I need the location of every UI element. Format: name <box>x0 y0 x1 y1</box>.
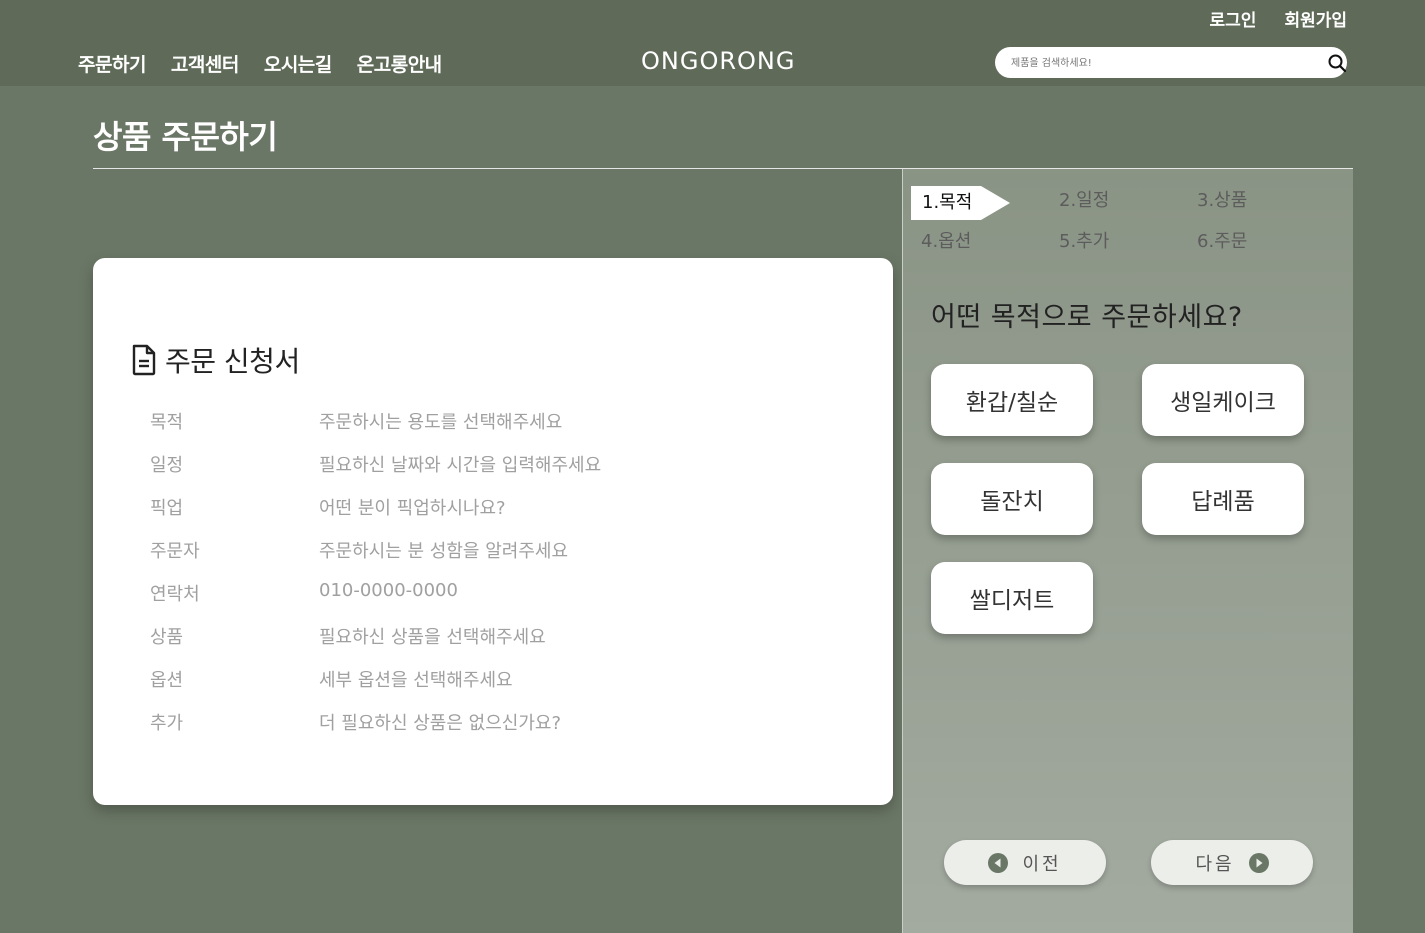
step-purpose[interactable]: 1.목적 <box>911 186 1010 220</box>
step-extra[interactable]: 5.추가 <box>1059 225 1109 259</box>
row-value: 더 필요하신 상품은 없으신가요? <box>319 713 561 734</box>
option-first-birthday-button[interactable]: 돌잔치 <box>931 463 1093 535</box>
nav-item-directions[interactable]: 오시는길 <box>264 50 332 77</box>
step-schedule[interactable]: 2.일정 <box>1059 184 1109 218</box>
search-box <box>995 47 1347 78</box>
main-nav: 주문하기 고객센터 오시는길 온고롱안내 <box>78 50 442 77</box>
step-product[interactable]: 3.상품 <box>1197 184 1247 218</box>
next-label: 다음 <box>1195 853 1235 875</box>
row-value: 주문하시는 용도를 선택해주세요 <box>319 412 563 433</box>
order-form-card: 주문 신청서 목적 주문하시는 용도를 선택해주세요 일정 필요하신 날짜와 시… <box>93 258 893 805</box>
chevron-right-icon <box>1248 852 1269 873</box>
row-label: 추가 <box>150 713 184 734</box>
card-title: 주문 신청서 <box>131 340 300 380</box>
row-value: 010-0000-0000 <box>319 580 458 601</box>
prev-label: 이전 <box>1022 853 1062 875</box>
row-label: 일정 <box>150 455 184 476</box>
search-icon[interactable] <box>1327 53 1347 73</box>
prev-button[interactable]: 이전 <box>944 840 1106 885</box>
logo[interactable]: ONGORONG <box>641 47 795 75</box>
row-label: 연락처 <box>150 584 200 605</box>
option-anniversary-button[interactable]: 환갑/칠순 <box>931 364 1093 436</box>
row-value: 세부 옵션을 선택해주세요 <box>319 670 513 691</box>
option-birthday-cake-button[interactable]: 생일케이크 <box>1142 364 1304 436</box>
step-option[interactable]: 4.옵션 <box>921 225 971 259</box>
option-rice-dessert-button[interactable]: 쌀디저트 <box>931 562 1093 634</box>
step-question: 어떤 목적으로 주문하세요? <box>931 302 1243 333</box>
login-link[interactable]: 로그인 <box>1210 6 1257 31</box>
page-title: 상품 주문하기 <box>93 118 278 156</box>
row-label: 옵션 <box>150 670 184 691</box>
nav-item-order[interactable]: 주문하기 <box>78 50 146 77</box>
top-links: 로그인 회원가입 <box>1210 6 1347 31</box>
row-label: 목적 <box>150 412 184 433</box>
search-input[interactable] <box>1011 53 1311 73</box>
chevron-left-icon <box>988 852 1009 873</box>
row-label: 상품 <box>150 627 184 648</box>
site-header: 로그인 회원가입 주문하기 고객센터 오시는길 온고롱안내 ONGORONG <box>0 0 1425 86</box>
row-value: 어떤 분이 픽업하시나요? <box>319 498 506 519</box>
card-title-text: 주문 신청서 <box>165 345 300 378</box>
row-label: 주문자 <box>150 541 200 562</box>
row-value: 필요하신 상품을 선택해주세요 <box>319 627 546 648</box>
signup-link[interactable]: 회원가입 <box>1284 6 1347 31</box>
document-icon <box>132 344 156 376</box>
row-value: 주문하시는 분 성함을 알려주세요 <box>319 541 569 562</box>
next-button[interactable]: 다음 <box>1151 840 1313 885</box>
step-order[interactable]: 6.주문 <box>1197 225 1247 259</box>
order-step-panel: 1.목적 2.일정 3.상품 4.옵션 5.추가 6.주문 어떤 목적으로 주문… <box>902 169 1353 933</box>
row-value: 필요하신 날짜와 시간을 입력해주세요 <box>319 455 602 476</box>
nav-item-about[interactable]: 온고롱안내 <box>357 50 442 77</box>
row-label: 픽업 <box>150 498 184 519</box>
nav-item-customer-center[interactable]: 고객센터 <box>171 50 239 77</box>
option-return-gift-button[interactable]: 답례품 <box>1142 463 1304 535</box>
